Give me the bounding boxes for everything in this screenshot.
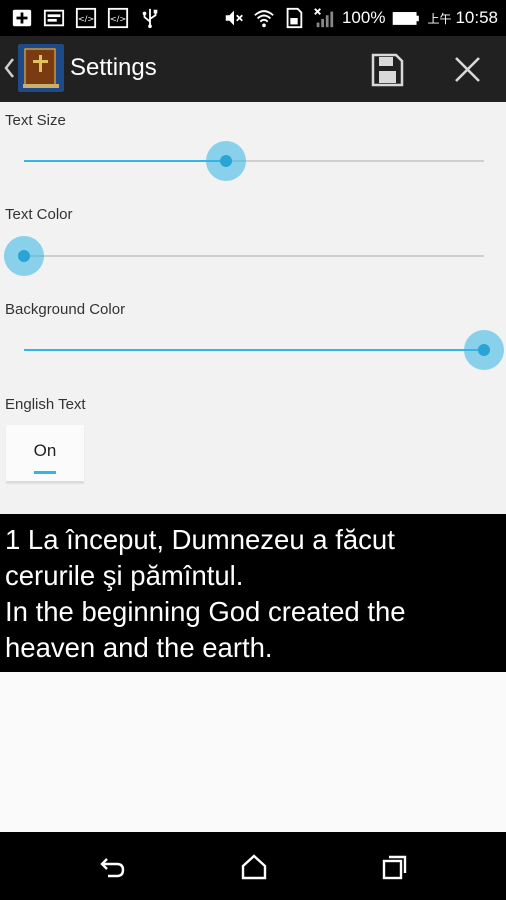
add-icon [10, 6, 34, 30]
sd-card-icon [282, 6, 306, 30]
back-chevron-icon[interactable] [2, 56, 16, 80]
page-title: Settings [70, 54, 157, 81]
mute-icon [222, 6, 246, 30]
preview-line: 1 La început, Dumnezeu a făcut [5, 524, 395, 555]
recent-apps-icon[interactable] [380, 852, 410, 882]
preview-line: heaven and the earth. [5, 632, 273, 663]
svg-text:</>: </> [78, 14, 95, 24]
toggle-state-label: On [33, 441, 57, 460]
empty-area [0, 672, 506, 832]
bible-icon[interactable] [18, 44, 64, 92]
toggle-indicator [34, 471, 56, 474]
english-text-label: English Text [5, 396, 86, 413]
code-icon: </> [74, 6, 98, 30]
close-icon[interactable] [448, 52, 486, 88]
back-icon[interactable] [98, 852, 128, 882]
text-size-slider-thumb[interactable] [206, 141, 247, 181]
text-color-label: Text Color [5, 206, 73, 223]
time-prefix: 上午 [427, 11, 452, 26]
battery-icon [391, 6, 421, 30]
action-bar: Settings [0, 36, 506, 102]
usb-icon [138, 6, 162, 30]
navigation-bar [0, 832, 506, 900]
text-color-slider-thumb[interactable] [4, 236, 44, 276]
background-color-slider[interactable] [24, 330, 504, 370]
verse-preview: 1 La început, Dumnezeu a făcut cerurile … [0, 514, 506, 672]
background-color-slider-thumb[interactable] [464, 330, 504, 370]
code-icon: </> [106, 6, 130, 30]
image-icon [42, 6, 66, 30]
battery-percent: 100% [341, 8, 386, 27]
preview-line: In the beginning God created the [5, 596, 406, 627]
no-signal-icon [312, 6, 336, 30]
svg-text:</>: </> [110, 14, 127, 24]
settings-panel: Text Size Text Color Background Color En… [0, 102, 506, 514]
status-bar: </> </> 100% 上午 10:58 [0, 0, 506, 36]
home-icon[interactable] [239, 852, 269, 882]
background-color-slider-fill [24, 349, 484, 351]
text-size-slider-fill [24, 160, 227, 162]
background-color-label: Background Color [5, 301, 126, 318]
text-size-label: Text Size [5, 112, 66, 129]
wifi-icon [252, 6, 276, 30]
english-text-toggle[interactable]: On [6, 425, 84, 483]
preview-line: cerurile şi pămîntul. [5, 560, 244, 591]
text-size-slider[interactable] [24, 141, 484, 181]
text-color-slider[interactable] [4, 236, 484, 276]
save-icon[interactable] [368, 52, 406, 88]
clock: 10:58 [455, 8, 498, 27]
